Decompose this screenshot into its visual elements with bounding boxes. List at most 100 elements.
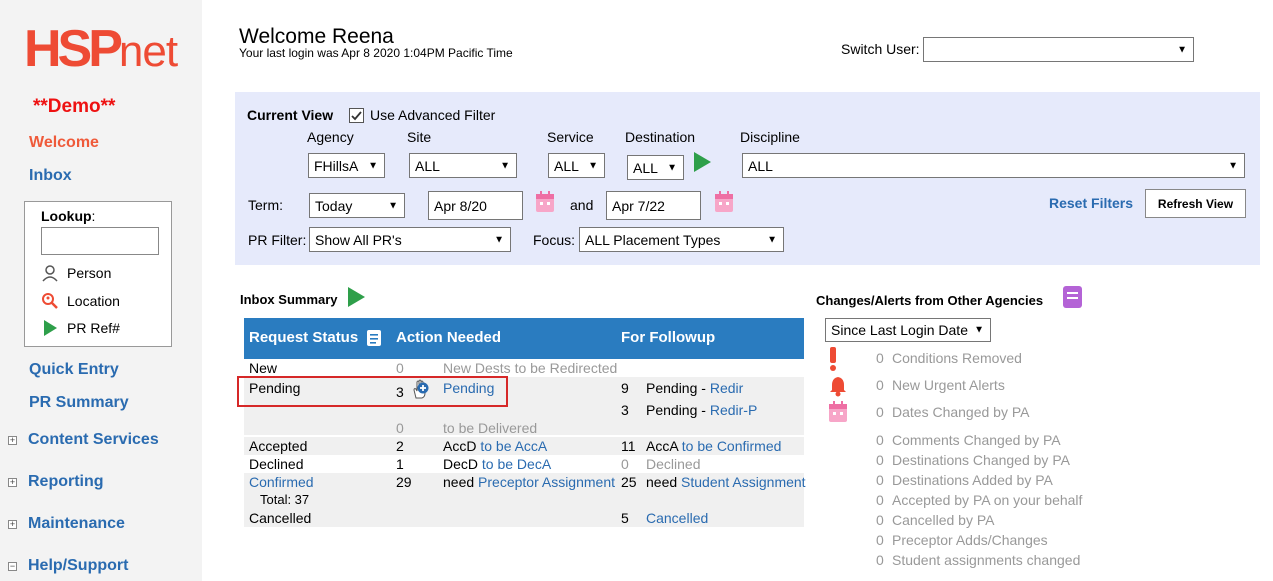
agency-label: Agency <box>307 129 354 145</box>
dropdown-arrow-icon: ▼ <box>494 234 504 245</box>
lookup-panel: Lookup: Person Location PR Ref# <box>24 201 172 347</box>
inbox-go-icon[interactable] <box>348 287 365 307</box>
lookup-pr-ref[interactable]: PR Ref# <box>41 319 120 337</box>
nav-welcome[interactable]: Welcome <box>29 134 99 152</box>
notes-icon[interactable] <box>366 329 382 347</box>
nav-inbox[interactable]: Inbox <box>29 167 72 185</box>
exclamation-icon <box>830 347 836 371</box>
destination-go-icon[interactable] <box>694 152 711 172</box>
refresh-view-button[interactable]: Refresh View <box>1145 189 1246 218</box>
date-from-input[interactable]: Apr 8/20 <box>428 191 523 220</box>
dropdown-arrow-icon: ▼ <box>368 160 378 171</box>
student-assignment-link[interactable]: Student Assignment <box>681 474 806 490</box>
expand-icon[interactable]: + <box>8 436 17 445</box>
cancelled-link[interactable]: Cancelled <box>646 510 708 526</box>
and-label: and <box>570 197 594 213</box>
col-action-needed: Action Needed <box>396 329 502 346</box>
redir-p-link[interactable]: Redir-P <box>710 402 757 418</box>
status-declined: Declined <box>249 456 304 472</box>
redir-link[interactable]: Redir <box>710 380 743 396</box>
checkmark-icon <box>351 111 362 121</box>
followup-text: Declined <box>646 456 701 472</box>
dropdown-arrow-icon: ▼ <box>1177 44 1187 55</box>
lookup-location[interactable]: Location <box>41 292 120 310</box>
alert-item: 0 Student assignments changed <box>876 552 1081 568</box>
col-for-followup: For Followup <box>621 329 716 346</box>
count: 0 <box>396 420 404 436</box>
expand-icon[interactable]: + <box>8 520 17 529</box>
alerts-title: Changes/Alerts from Other Agencies <box>816 293 1044 308</box>
status-new: New <box>249 360 278 376</box>
expand-icon[interactable]: + <box>8 478 17 487</box>
service-label: Service <box>547 129 594 145</box>
nav-quick-entry[interactable]: Quick Entry <box>29 361 119 379</box>
alert-item: 0 Accepted by PA on your behalf <box>876 492 1083 508</box>
count: 25 <box>621 474 637 490</box>
destination-select[interactable]: ALL ▼ <box>627 155 684 180</box>
highlight-box <box>237 376 508 407</box>
dropdown-arrow-icon: ▼ <box>767 234 777 245</box>
site-select[interactable]: ALL ▼ <box>409 153 517 178</box>
discipline-select[interactable]: ALL ▼ <box>742 153 1245 178</box>
count: 3 <box>621 402 629 418</box>
discipline-label: Discipline <box>740 129 800 145</box>
calendar-icon[interactable] <box>535 191 555 213</box>
dropdown-arrow-icon: ▼ <box>588 160 598 171</box>
count: 2 <box>396 438 404 454</box>
notebook-icon[interactable] <box>1062 285 1083 309</box>
term-select[interactable]: Today ▼ <box>309 193 405 218</box>
advanced-filter-label: Use Advanced Filter <box>370 107 496 123</box>
total-count: Total: 37 <box>260 492 310 507</box>
current-view-label: Current View <box>247 107 334 123</box>
alert-item: 0 Preceptor Adds/Changes <box>876 532 1048 548</box>
calendar-icon[interactable] <box>714 191 734 213</box>
service-select[interactable]: ALL ▼ <box>548 153 605 178</box>
pr-filter-select[interactable]: Show All PR's ▼ <box>309 227 511 252</box>
last-login-text: Your last login was Apr 8 2020 1:04PM Pa… <box>239 46 513 60</box>
focus-select[interactable]: ALL Placement Types ▼ <box>579 227 784 252</box>
table-row: Declined 1 DecD to be DecA 0 Declined <box>244 455 804 473</box>
followup-text: need Student Assignment <box>646 474 806 490</box>
count: 11 <box>621 438 636 454</box>
nav-help-support[interactable]: Help/Support <box>28 557 128 575</box>
to-be-acca-link[interactable]: to be AccA <box>480 438 547 454</box>
lookup-person[interactable]: Person <box>41 264 111 282</box>
collapse-icon[interactable]: − <box>8 562 17 571</box>
date-to-input[interactable]: Apr 7/22 <box>606 191 701 220</box>
to-be-confirmed-link[interactable]: to be Confirmed <box>682 438 782 454</box>
agency-select[interactable]: FHillsA ▼ <box>308 153 385 178</box>
advanced-filter-checkbox[interactable] <box>349 108 364 123</box>
status-confirmed-link[interactable]: Confirmed <box>249 474 314 490</box>
count: 5 <box>621 510 629 526</box>
nav-pr-summary[interactable]: PR Summary <box>29 394 129 412</box>
table-row: 0 to be Delivered <box>244 419 804 437</box>
site-label: Site <box>407 129 432 145</box>
action-text: to be Delivered <box>443 420 538 436</box>
count: 0 <box>396 360 404 376</box>
to-be-deca-link[interactable]: to be DecA <box>482 456 551 472</box>
hspnet-logo[interactable]: HSPnet <box>24 23 178 76</box>
lookup-input[interactable] <box>41 227 159 255</box>
switch-user-select[interactable]: ▼ <box>923 37 1194 62</box>
current-view-panel: Current View Use Advanced Filter Agency … <box>235 92 1260 265</box>
alert-item: 0 New Urgent Alerts <box>876 377 1005 393</box>
action-text: need Preceptor Assignment <box>443 474 616 490</box>
status-accepted: Accepted <box>249 438 308 454</box>
nav-content-services[interactable]: Content Services <box>28 431 159 449</box>
location-search-icon <box>42 293 58 309</box>
preceptor-assignment-link[interactable]: Preceptor Assignment <box>478 474 615 490</box>
bell-icon <box>830 377 846 397</box>
since-select[interactable]: Since Last Login Date ▼ <box>825 318 991 342</box>
inbox-summary-title: Inbox Summary <box>240 292 338 307</box>
count: 1 <box>396 456 404 472</box>
nav-reporting[interactable]: Reporting <box>28 473 104 491</box>
col-request-status: Request Status <box>249 329 359 346</box>
nav-maintenance[interactable]: Maintenance <box>28 515 125 533</box>
term-label: Term: <box>248 197 283 213</box>
dropdown-arrow-icon: ▼ <box>974 324 984 336</box>
dropdown-arrow-icon: ▼ <box>1228 160 1238 171</box>
table-row: Accepted 2 AccD to be AccA 11 AccA to be… <box>244 437 804 455</box>
reset-filters-link[interactable]: Reset Filters <box>1049 195 1133 211</box>
person-icon <box>42 265 58 282</box>
dropdown-arrow-icon: ▼ <box>500 160 510 171</box>
